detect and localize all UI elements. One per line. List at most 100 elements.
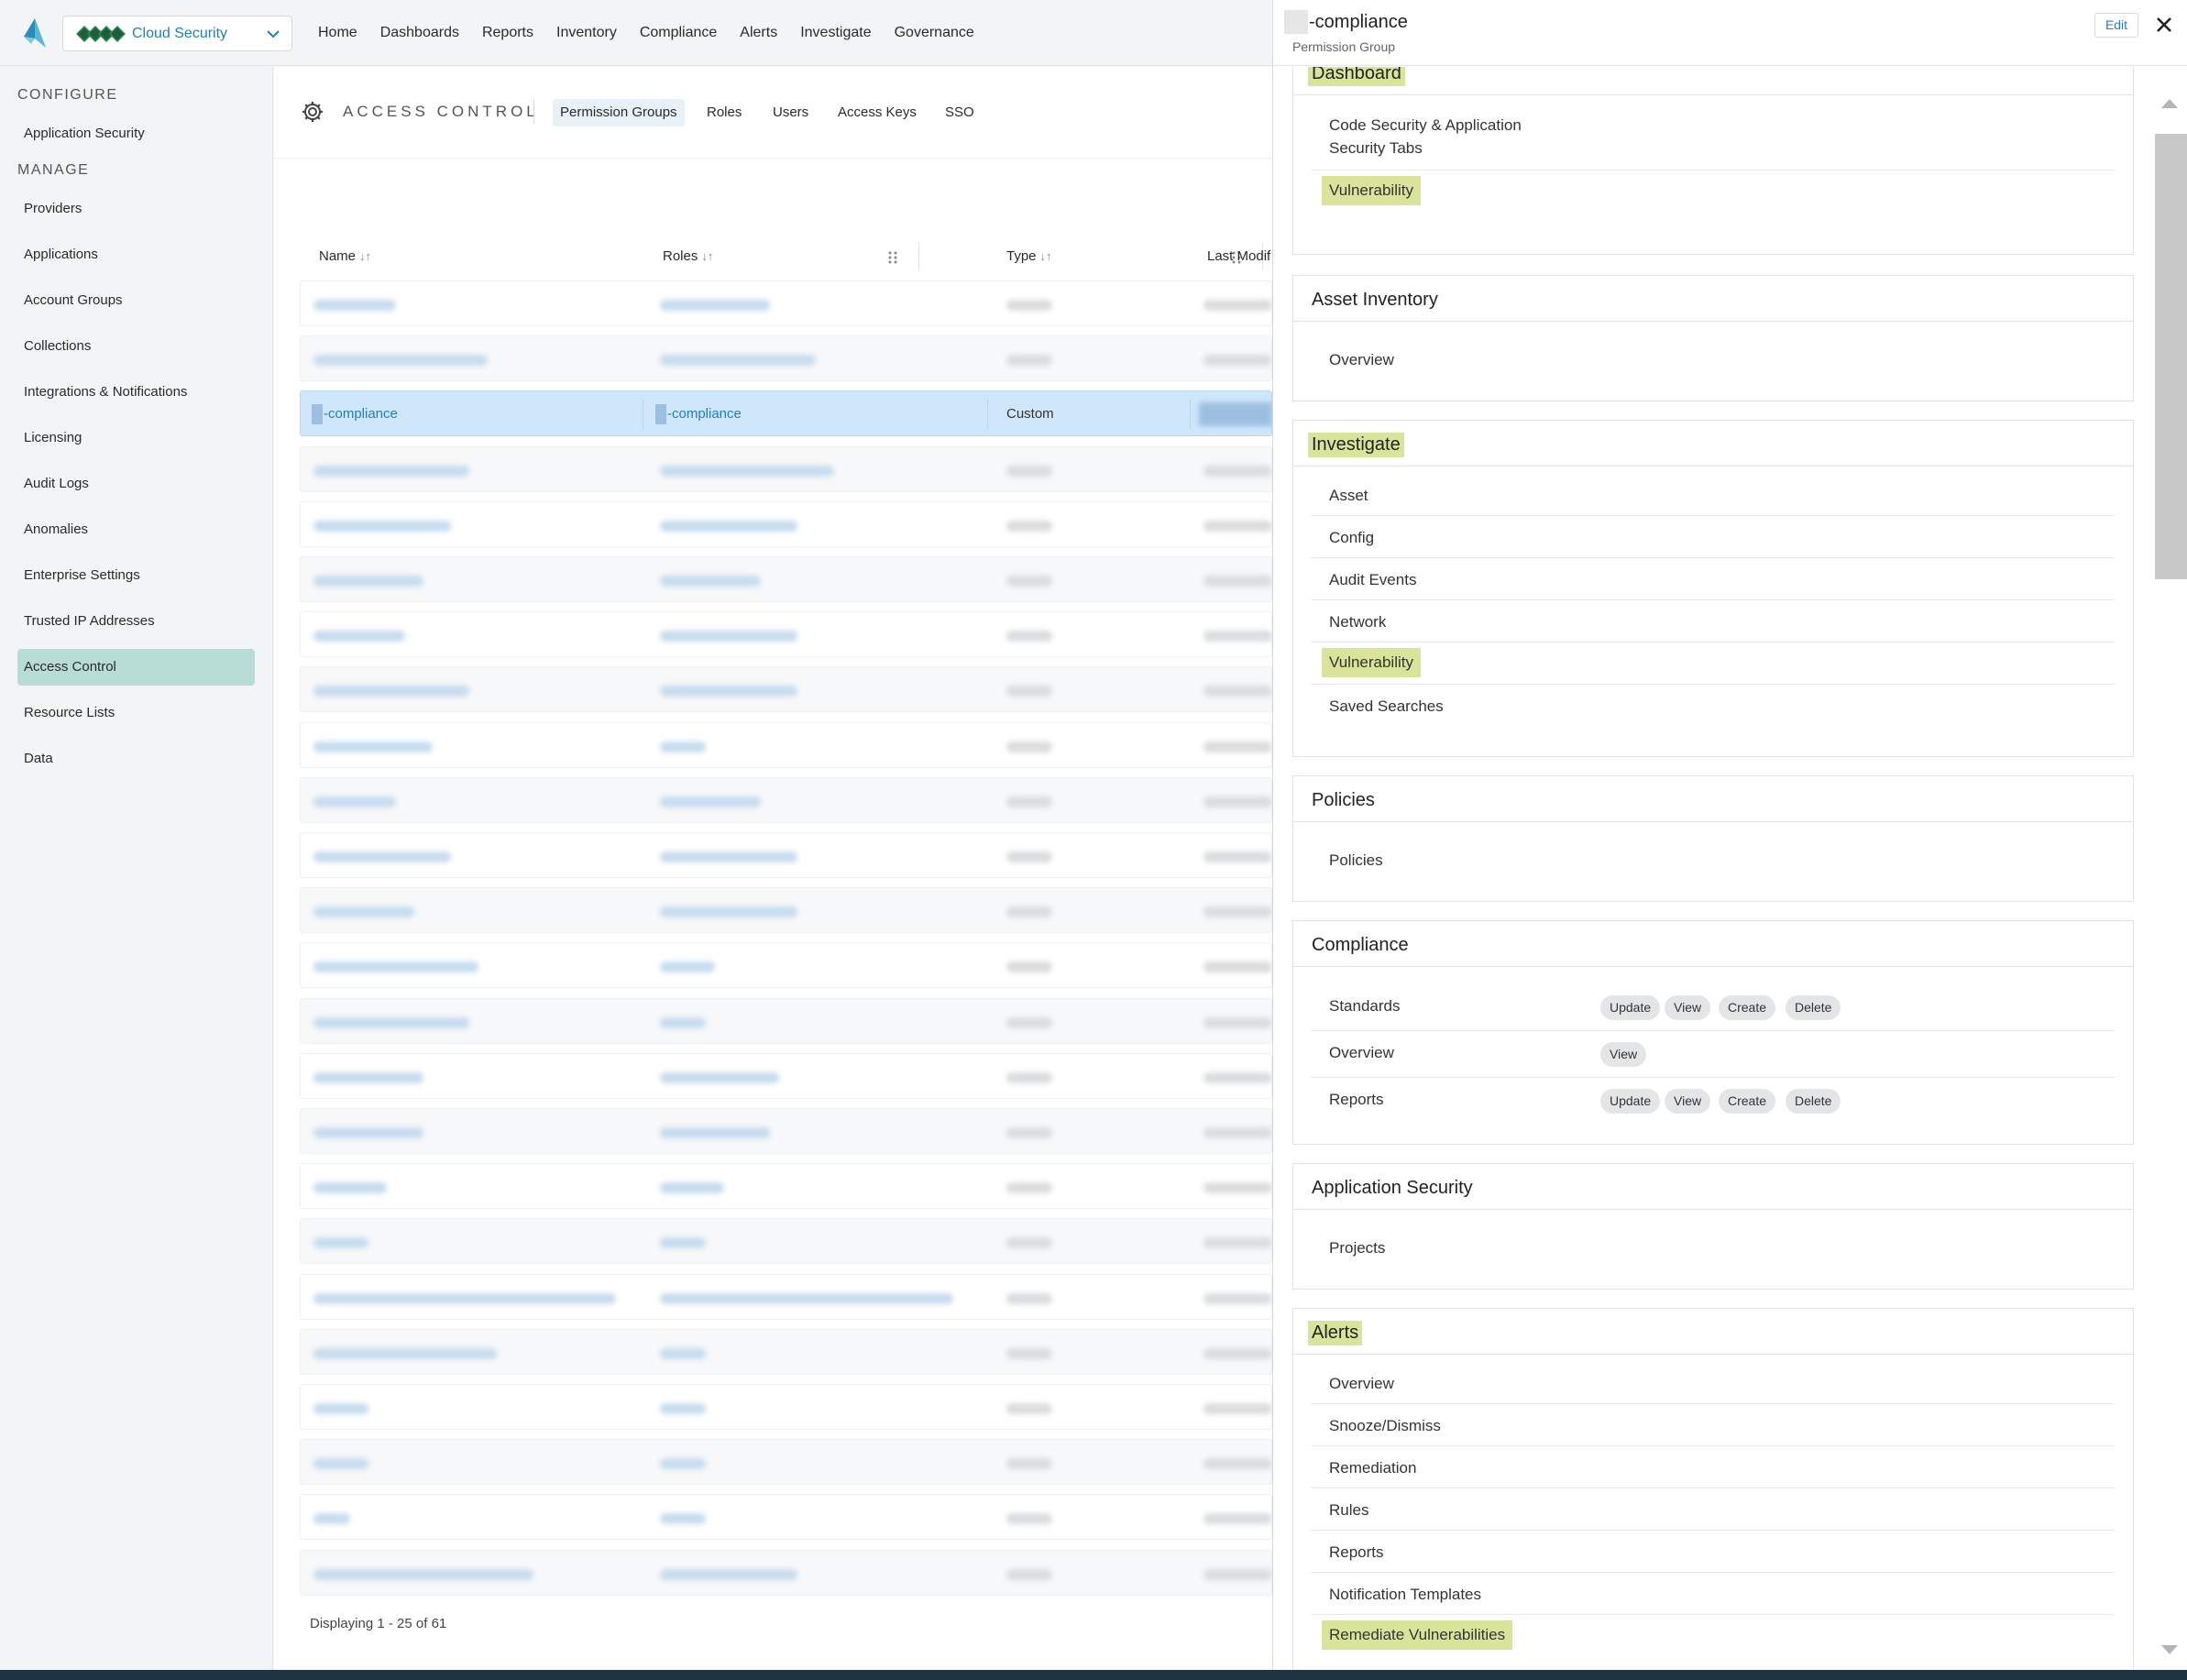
table-row[interactable]: [300, 1549, 1272, 1596]
nav-dashboards[interactable]: Dashboards: [380, 25, 459, 41]
nav-home[interactable]: Home: [318, 25, 357, 41]
redacted-name: [313, 1513, 350, 1525]
redacted-type: [1006, 1513, 1052, 1525]
table-row[interactable]: [300, 887, 1272, 934]
sidebar-item-enterprise-settings[interactable]: Enterprise Settings: [17, 557, 255, 594]
edit-button[interactable]: Edit: [2094, 13, 2138, 38]
table-row[interactable]: [300, 666, 1272, 713]
logo-icon[interactable]: [20, 16, 49, 49]
manage-heading: MANAGE: [17, 162, 90, 178]
scrollbar-thumb[interactable]: [2155, 134, 2187, 579]
nav-governance[interactable]: Governance: [895, 25, 974, 41]
perm-create-badge: Create: [1719, 995, 1776, 1020]
sidebar-item-resource-lists[interactable]: Resource Lists: [17, 695, 255, 731]
table-row[interactable]: [300, 1218, 1272, 1265]
panel-subtitle: Permission Group: [1292, 39, 1396, 54]
redacted-roles: [660, 1347, 706, 1359]
column-header-roles[interactable]: Roles ↓↑: [663, 239, 713, 274]
redacted-date: [1203, 1458, 1272, 1470]
redacted-name: [313, 851, 451, 862]
sort-icon[interactable]: ↓↑: [359, 249, 371, 263]
table-row[interactable]: [300, 1328, 1272, 1375]
table-row[interactable]: [300, 335, 1272, 382]
redacted-roles: [660, 906, 797, 918]
tab-sso[interactable]: SSO: [938, 99, 982, 126]
table-row[interactable]: [300, 1052, 1272, 1099]
product-switcher[interactable]: Cloud Security: [62, 16, 292, 51]
table-row[interactable]: [300, 1439, 1272, 1486]
page-title: ACCESS CONTROL: [343, 103, 539, 120]
close-icon[interactable]: [2151, 12, 2177, 38]
sidebar-item-audit-logs[interactable]: Audit Logs: [17, 466, 255, 502]
column-header-last-modified[interactable]: Last Modif: [1207, 239, 1270, 274]
perm-delete-badge: Delete: [1786, 995, 1841, 1020]
column-header-name[interactable]: Name ↓↑: [319, 239, 371, 274]
redacted-type: [1006, 1347, 1052, 1359]
table-row[interactable]: [300, 1494, 1272, 1541]
permission-label: Snooze/Dismiss: [1329, 1417, 1441, 1434]
redacted-roles: [660, 961, 715, 973]
tab-access-keys[interactable]: Access Keys: [830, 99, 924, 126]
table-row[interactable]: [300, 611, 1272, 658]
section-title-label: Compliance: [1312, 935, 1409, 955]
nav-inventory[interactable]: Inventory: [556, 25, 617, 41]
table-row-selected[interactable]: -compliance -compliance Custom: [300, 390, 1272, 437]
panel-body[interactable]: Dashboard Code Security & Application Se…: [1273, 67, 2187, 1680]
sidebar-item-trusted-ip[interactable]: Trusted IP Addresses: [17, 603, 255, 640]
nav-investigate[interactable]: Investigate: [800, 25, 871, 41]
section-title: Dashboard: [1293, 67, 2133, 95]
sidebar-item-access-control[interactable]: Access Control: [17, 649, 255, 686]
section-title: Policies: [1293, 776, 2133, 822]
row-roles-link[interactable]: -compliance: [655, 391, 742, 437]
redacted-name: [313, 741, 433, 752]
sort-icon[interactable]: ↓↑: [701, 249, 713, 263]
sort-icon[interactable]: ↓↑: [1040, 249, 1052, 263]
table-row[interactable]: [300, 556, 1272, 602]
table-row[interactable]: [300, 942, 1272, 989]
nav-reports[interactable]: Reports: [482, 25, 533, 41]
table-row[interactable]: [300, 1384, 1272, 1430]
section-title: Asset Inventory: [1293, 276, 2133, 322]
redacted-type: [1006, 1182, 1052, 1194]
tab-permission-groups[interactable]: Permission Groups: [553, 99, 685, 126]
column-header-type[interactable]: Type ↓↑: [1006, 239, 1052, 274]
table-row[interactable]: [300, 721, 1272, 768]
scroll-up-icon[interactable]: [2161, 99, 2178, 108]
sidebar-item-collections[interactable]: Collections: [17, 328, 255, 365]
table-row[interactable]: [300, 776, 1272, 823]
sidebar-item-integrations[interactable]: Integrations & Notifications: [17, 374, 255, 411]
section-investigate: Investigate Asset Config Audit Events Ne…: [1292, 420, 2134, 757]
table-row[interactable]: [300, 1163, 1272, 1210]
redacted-name: [313, 961, 478, 973]
drag-handle-icon[interactable]: [888, 251, 897, 264]
sidebar-item-data[interactable]: Data: [17, 741, 255, 777]
sidebar-item-applications[interactable]: Applications: [17, 236, 255, 273]
redacted-date: [1203, 851, 1272, 862]
redacted-type: [1006, 1458, 1052, 1470]
sidebar-item-application-security[interactable]: Application Security: [17, 115, 255, 152]
redacted-roles: [660, 520, 797, 532]
permission-label: Overview: [1329, 1375, 1394, 1392]
table-row[interactable]: [300, 832, 1272, 878]
row-name-link[interactable]: -compliance: [312, 391, 398, 437]
perm-update-badge: Update: [1600, 1089, 1661, 1114]
sidebar-item-anomalies[interactable]: Anomalies: [17, 511, 255, 548]
sidebar-item-account-groups[interactable]: Account Groups: [17, 282, 255, 319]
table-row[interactable]: [300, 280, 1272, 326]
tab-users[interactable]: Users: [765, 99, 816, 126]
nav-alerts[interactable]: Alerts: [740, 25, 777, 41]
nav-compliance[interactable]: Compliance: [640, 25, 717, 41]
redacted-block: [1199, 402, 1272, 427]
table-row[interactable]: [300, 445, 1272, 492]
redacted-type: [1006, 631, 1052, 642]
redacted-block: [655, 404, 666, 425]
table-row[interactable]: [300, 1108, 1272, 1154]
perm-view-badge: View: [1665, 1089, 1711, 1114]
scroll-down-icon[interactable]: [2161, 1645, 2178, 1654]
table-row[interactable]: [300, 1273, 1272, 1320]
table-row[interactable]: [300, 500, 1272, 547]
table-row[interactable]: [300, 997, 1272, 1044]
sidebar-item-providers[interactable]: Providers: [17, 191, 255, 227]
sidebar-item-licensing[interactable]: Licensing: [17, 420, 255, 456]
tab-roles[interactable]: Roles: [699, 99, 749, 126]
